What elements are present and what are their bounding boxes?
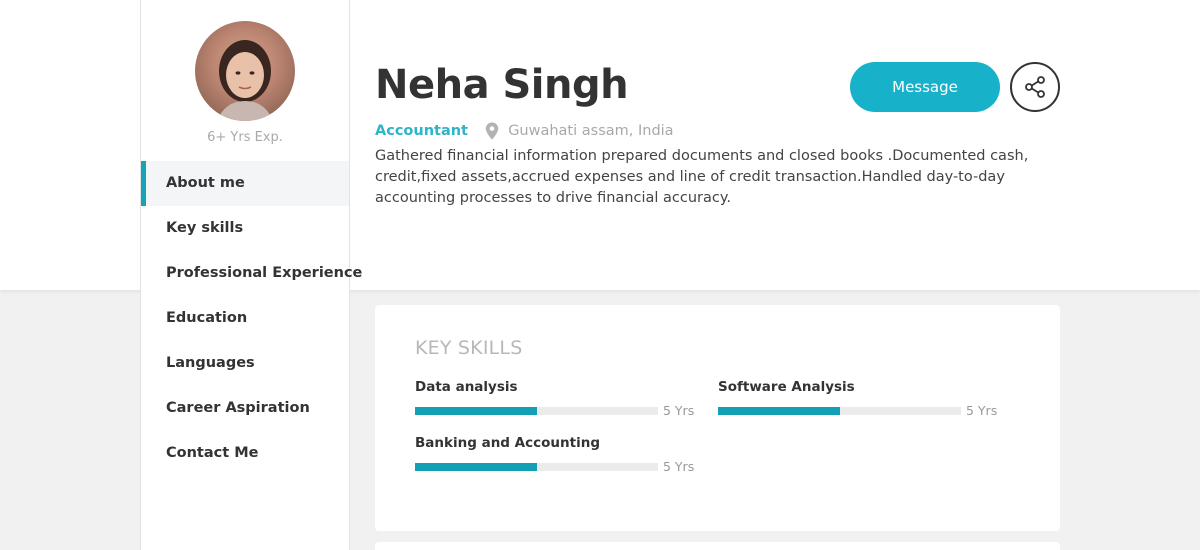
sidebar: 6+ Yrs Exp. About me Key skills Professi… [140, 0, 362, 550]
next-card [375, 542, 1060, 550]
profile-location: Guwahati assam, India [508, 122, 674, 139]
skill-bar-fill [718, 407, 840, 415]
skill-years: 5 Yrs [663, 459, 695, 474]
skill-bar [415, 463, 658, 471]
sidebar-item-education[interactable]: Education [141, 296, 349, 341]
skill-bar [718, 407, 961, 415]
message-button[interactable]: Message [850, 62, 1000, 112]
avatar [195, 21, 295, 121]
key-skills-title: KEY SKILLS [415, 337, 523, 359]
skill-bar [415, 407, 658, 415]
share-icon [1025, 76, 1045, 98]
profile-name: Neha Singh [375, 62, 629, 108]
skill-years: 5 Yrs [663, 403, 695, 418]
sidebar-nav: About me Key skills Professional Experie… [141, 161, 362, 476]
sidebar-item-languages[interactable]: Languages [141, 341, 349, 386]
sidebar-item-contact-me[interactable]: Contact Me [141, 431, 349, 476]
skill-item: Software Analysis 5 Yrs [718, 379, 998, 419]
skill-name: Software Analysis [718, 379, 855, 395]
skill-name: Banking and Accounting [415, 435, 600, 451]
skill-item: Banking and Accounting 5 Yrs [415, 435, 695, 475]
skill-bar-fill [415, 463, 537, 471]
sidebar-item-about-me[interactable]: About me [141, 161, 349, 206]
profile-page: 6+ Yrs Exp. About me Key skills Professi… [0, 0, 1200, 550]
profile-meta: Accountant Guwahati assam, India [375, 120, 674, 140]
skill-name: Data analysis [415, 379, 518, 395]
avatar-image [217, 40, 273, 121]
key-skills-card: KEY SKILLS Data analysis 5 Yrs Software … [375, 305, 1060, 531]
share-button[interactable] [1010, 62, 1060, 112]
sidebar-item-key-skills[interactable]: Key skills [141, 206, 349, 251]
location-pin-icon [485, 122, 499, 140]
sidebar-item-professional-experience[interactable]: Professional Experience [141, 251, 362, 296]
profile-role: Accountant [375, 122, 468, 139]
experience-label: 6+ Yrs Exp. [207, 130, 283, 145]
skill-years: 5 Yrs [966, 403, 998, 418]
skill-item: Data analysis 5 Yrs [415, 379, 695, 419]
about-text: Gathered financial information prepared … [375, 148, 1029, 206]
sidebar-item-career-aspiration[interactable]: Career Aspiration [141, 386, 349, 431]
skill-bar-fill [415, 407, 537, 415]
